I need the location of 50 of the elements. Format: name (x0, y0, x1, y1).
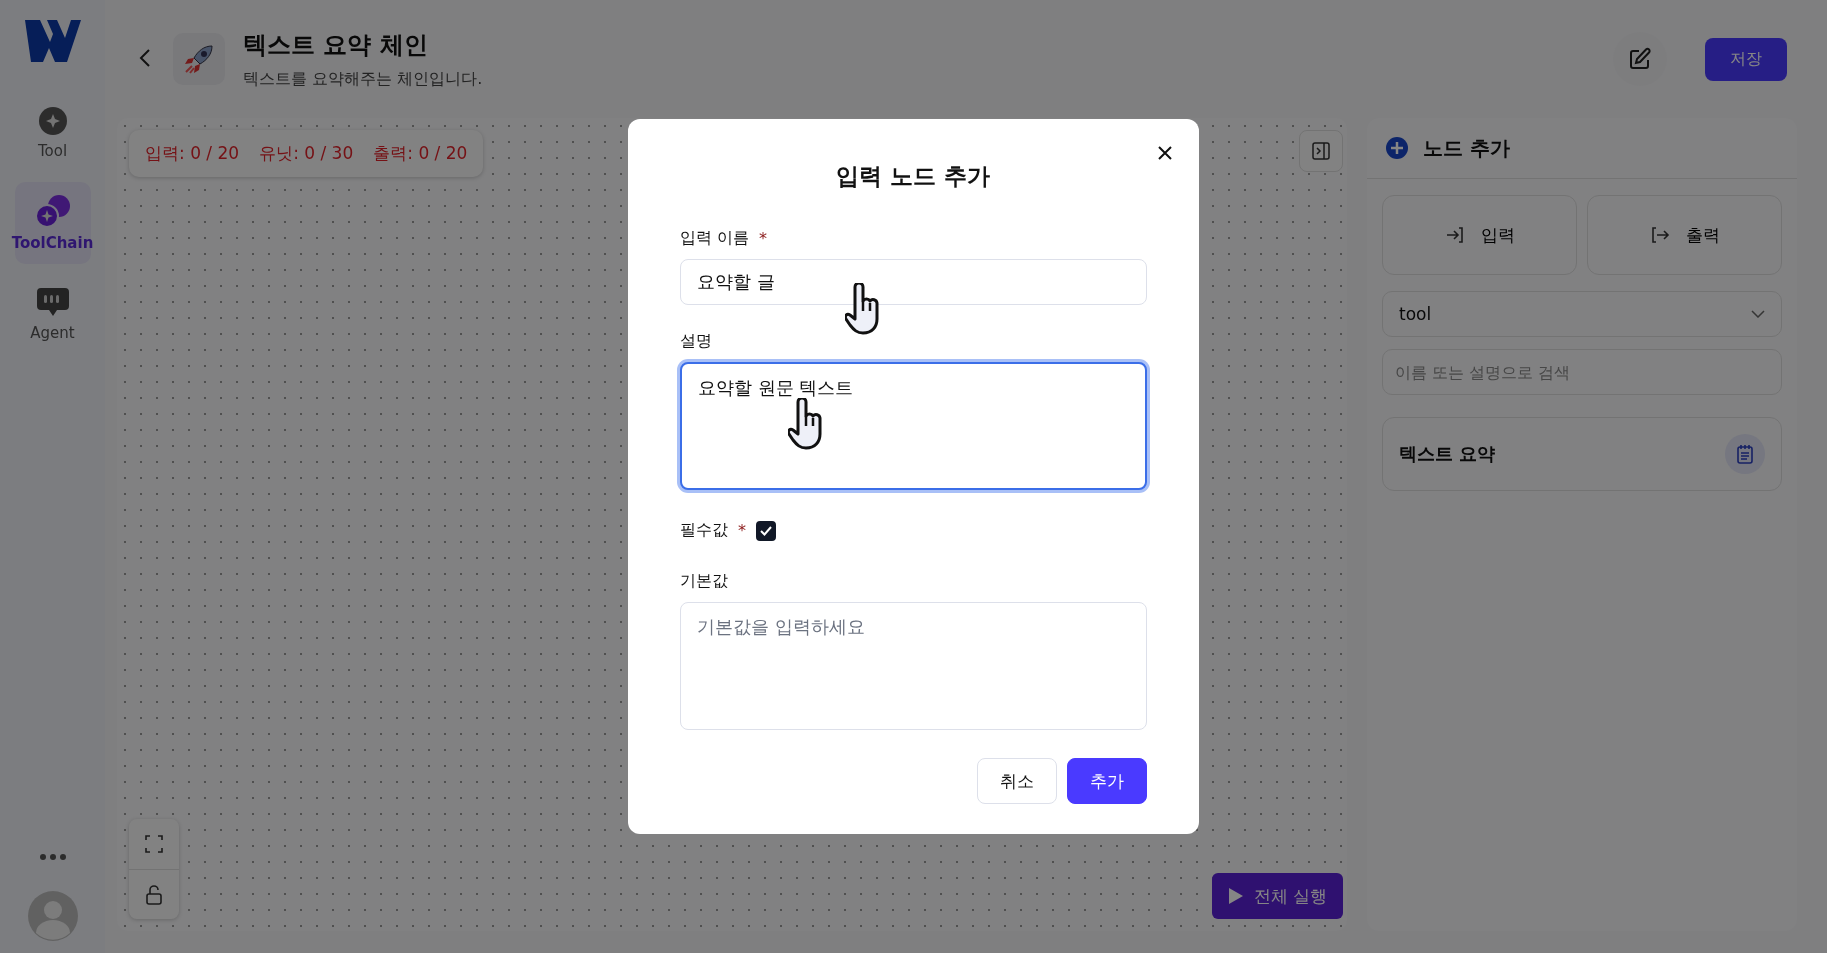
panel-toggle-button[interactable] (1299, 130, 1343, 172)
nav-item[interactable]: Agent (14, 274, 91, 354)
more-icon[interactable] (38, 853, 67, 861)
hand-cursor-icon (788, 398, 824, 450)
sign-in-icon (1444, 225, 1465, 245)
chat-bubble-icon (35, 286, 70, 318)
node-type-button[interactable]: 출력 (1587, 195, 1782, 275)
page-title: 텍스트 요약 체인 (243, 29, 429, 61)
node-type-button[interactable]: 입력 (1382, 195, 1577, 275)
edit-icon (1628, 47, 1652, 71)
node-count: 유닛: 0 / 30 (259, 142, 354, 165)
add-button[interactable]: 추가 (1067, 758, 1147, 804)
field-label: 기본값 (680, 571, 728, 592)
input-field[interactable]: 요약할 글 (680, 259, 1147, 305)
tool-name: 텍스트 요약 (1399, 442, 1496, 466)
back-icon (139, 47, 151, 68)
nav-item[interactable]: Tool (14, 94, 91, 172)
text-area[interactable]: 기본값을 입력하세요 (680, 602, 1147, 730)
unlock-icon (145, 884, 163, 905)
search-field[interactable]: 이름 또는 설명으로 검색 (1382, 349, 1782, 395)
category-select[interactable]: tool (1382, 291, 1782, 337)
tool-card[interactable]: 텍스트 요약 (1382, 417, 1782, 491)
play-icon (1227, 887, 1244, 905)
dialog-title: 입력 노드 추가 (835, 162, 992, 191)
checkbox[interactable] (756, 520, 776, 541)
circles-icon (34, 194, 71, 228)
text-area[interactable]: 요약할 원문 텍스트 (680, 362, 1147, 490)
fullscreen-icon (145, 835, 163, 853)
close-icon (1157, 145, 1173, 161)
node-count: 출력: 0 / 20 (373, 142, 468, 165)
field-label: 입력 이름 (680, 228, 750, 249)
plus-badge-icon (1385, 136, 1409, 160)
required-mark: * (759, 229, 768, 248)
notepad-icon (1725, 434, 1765, 474)
rocket-icon (173, 33, 225, 85)
field-label: 설명 (680, 331, 712, 352)
page-subtitle: 텍스트를 요약해주는 체인입니다. (243, 68, 484, 90)
required-mark: * (738, 521, 746, 540)
run-all-button[interactable]: 전체 실행 (1211, 873, 1343, 919)
field-label: 필수값 (680, 520, 728, 541)
hand-cursor-icon (845, 283, 881, 335)
sign-out-icon (1649, 225, 1670, 245)
sparkle-icon (37, 106, 68, 136)
cancel-button[interactable]: 취소 (977, 758, 1057, 804)
save-button[interactable]: 저장 (1705, 37, 1787, 81)
node-count: 입력: 0 / 20 (145, 142, 240, 165)
chevron-down-icon (1751, 310, 1765, 318)
panel-title: 노드 추가 (1423, 134, 1510, 162)
sidebar-toggle-icon (1312, 142, 1330, 160)
logo-icon (23, 18, 82, 64)
